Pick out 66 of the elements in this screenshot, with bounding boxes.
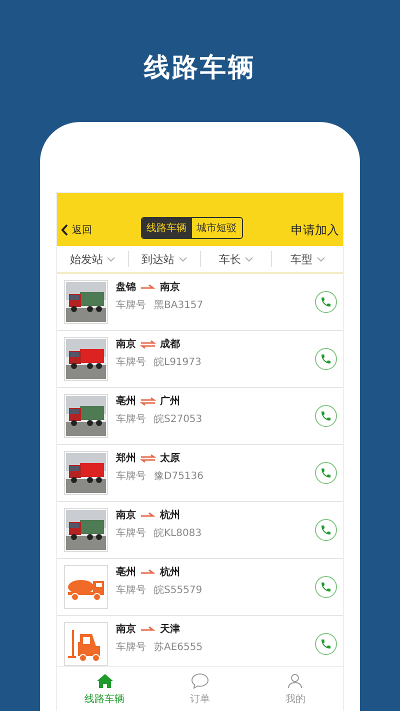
plate-number: 皖L91973 <box>154 356 202 369</box>
chat-icon <box>190 672 209 688</box>
origin-city: 南京 <box>116 622 136 636</box>
plate-number: 豫D75136 <box>154 470 204 483</box>
headline: 线路车辆 <box>144 52 256 85</box>
apply-button[interactable]: 申请加入 <box>291 221 339 239</box>
vehicle-row[interactable]: 南京 成都 车牌号 皖L91973 <box>57 331 343 388</box>
destination-city: 成都 <box>160 338 180 351</box>
phone-button[interactable] <box>315 462 337 484</box>
home-icon <box>96 672 114 688</box>
filter-dropdown[interactable]: 车长 <box>200 251 272 267</box>
destination-city: 南京 <box>160 280 180 294</box>
plate-label: 车牌号 <box>116 412 146 426</box>
destination-city: 杭州 <box>160 508 180 522</box>
vehicle-row[interactable]: 盘锦 南京 车牌号 黑BA3157 <box>57 274 343 331</box>
phone-icon <box>320 638 332 650</box>
filter-dropdown[interactable]: 始发站 <box>57 251 129 267</box>
plate-label: 车牌号 <box>116 640 146 654</box>
plate-number: 皖S55579 <box>154 584 202 597</box>
segment-tab[interactable]: 城市短驳 <box>192 218 242 238</box>
person-icon <box>287 672 304 688</box>
origin-city: 亳州 <box>116 565 136 579</box>
origin-city: 南京 <box>116 508 136 522</box>
plate-number: 皖S27053 <box>154 412 202 426</box>
phone-icon <box>320 353 332 365</box>
nav-tab[interactable]: 线路车辆 <box>57 667 152 711</box>
phone-icon <box>320 524 332 536</box>
origin-city: 盘锦 <box>116 280 136 294</box>
vehicle-row[interactable]: 亳州 杭州 车牌号 皖S55579 <box>57 559 343 616</box>
filter-dropdown[interactable]: 到达站 <box>128 251 200 267</box>
destination-city: 天津 <box>160 622 180 636</box>
origin-city: 郑州 <box>116 452 136 465</box>
back-button[interactable]: 返回 <box>61 221 92 239</box>
plate-number: 苏AE6555 <box>154 640 203 654</box>
segment-tab[interactable]: 线路车辆 <box>142 218 192 238</box>
back-icon <box>61 224 69 236</box>
vehicle-row[interactable]: 郑州 太原 车牌号 豫D75136 <box>57 445 343 502</box>
plate-label: 车牌号 <box>116 470 146 483</box>
destination-city: 广州 <box>160 394 180 408</box>
origin-city: 亳州 <box>116 394 136 408</box>
phone-button[interactable] <box>315 519 337 541</box>
phone-button[interactable] <box>315 291 337 313</box>
phone-icon <box>320 467 332 479</box>
plate-label: 车牌号 <box>116 584 146 597</box>
caret-icon <box>316 256 325 262</box>
filter-dropdown[interactable]: 车型 <box>272 251 343 267</box>
origin-city: 南京 <box>116 337 136 351</box>
destination-city: 杭州 <box>160 565 180 579</box>
vehicle-row[interactable]: 南京 杭州 车牌号 皖KL8083 <box>57 502 343 559</box>
caret-icon <box>178 256 187 262</box>
destination-city: 太原 <box>160 452 180 465</box>
phone-button[interactable] <box>315 405 337 427</box>
plate-label: 车牌号 <box>116 298 146 312</box>
phone-button[interactable] <box>315 576 337 598</box>
phone-button[interactable] <box>315 633 337 655</box>
vehicle-row[interactable]: 亳州 广州 车牌号 皖S27053 <box>57 388 343 445</box>
phone-icon <box>320 296 332 308</box>
phone-button[interactable] <box>315 348 337 370</box>
plate-number: 皖KL8083 <box>154 526 202 540</box>
plate-label: 车牌号 <box>116 526 146 540</box>
caret-icon <box>244 256 253 262</box>
caret-icon <box>106 256 115 262</box>
plate-label: 车牌号 <box>116 356 146 369</box>
plate-number: 黑BA3157 <box>154 299 204 312</box>
phone-icon <box>320 410 332 422</box>
phone-icon <box>320 581 332 593</box>
